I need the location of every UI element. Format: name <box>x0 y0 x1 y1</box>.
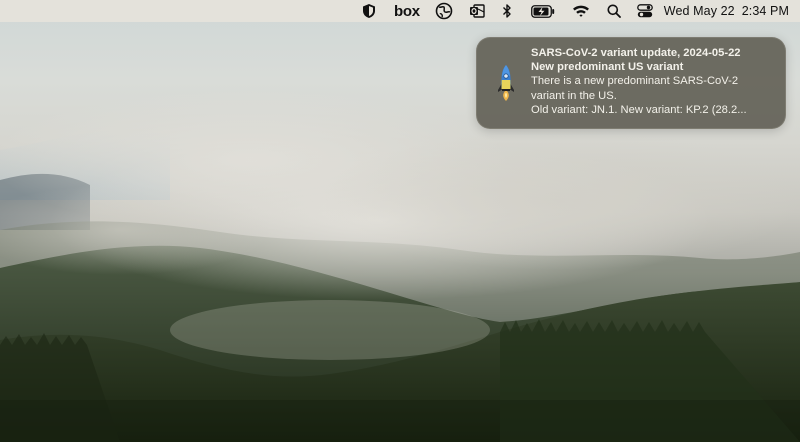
clock-time: 2:34 PM <box>741 4 789 18</box>
notification-body-line: variant in the US. <box>531 89 617 102</box>
notification-subtitle: New predominant US variant <box>531 61 684 74</box>
outlook-icon[interactable] <box>468 0 486 22</box>
menu-bar: box Wed May 22 2:34 PM <box>0 0 800 22</box>
globe-network-icon[interactable] <box>434 0 454 22</box>
notification-body: There is a new predominant SARS-CoV-2 va… <box>531 74 779 117</box>
battery-charging-icon[interactable] <box>530 0 556 22</box>
wifi-icon[interactable] <box>572 0 590 22</box>
bluetooth-icon[interactable] <box>500 0 514 22</box>
control-center-icon[interactable] <box>636 0 654 22</box>
clock-date: Wed May 22 <box>663 4 735 18</box>
menu-bar-clock[interactable]: Wed May 22 2:34 PM <box>664 0 789 22</box>
security-shield-icon[interactable] <box>358 0 380 22</box>
notification-body-line: There is a new predominant SARS-CoV-2 <box>531 75 739 88</box>
rocket-icon <box>495 63 517 103</box>
search-icon[interactable] <box>606 0 622 22</box>
notification-body-line: Old variant: JN.1. New variant: KP.2 (28… <box>531 103 747 116</box>
notification-title: SARS-CoV-2 variant update, 2024-05-22 <box>531 47 741 59</box>
notification-content: SARS-CoV-2 variant update, 2024-05-22 Ne… <box>531 46 779 117</box>
notification-banner[interactable]: SARS-CoV-2 variant update, 2024-05-22 Ne… <box>476 37 786 129</box>
box-icon[interactable]: box <box>394 0 420 22</box>
